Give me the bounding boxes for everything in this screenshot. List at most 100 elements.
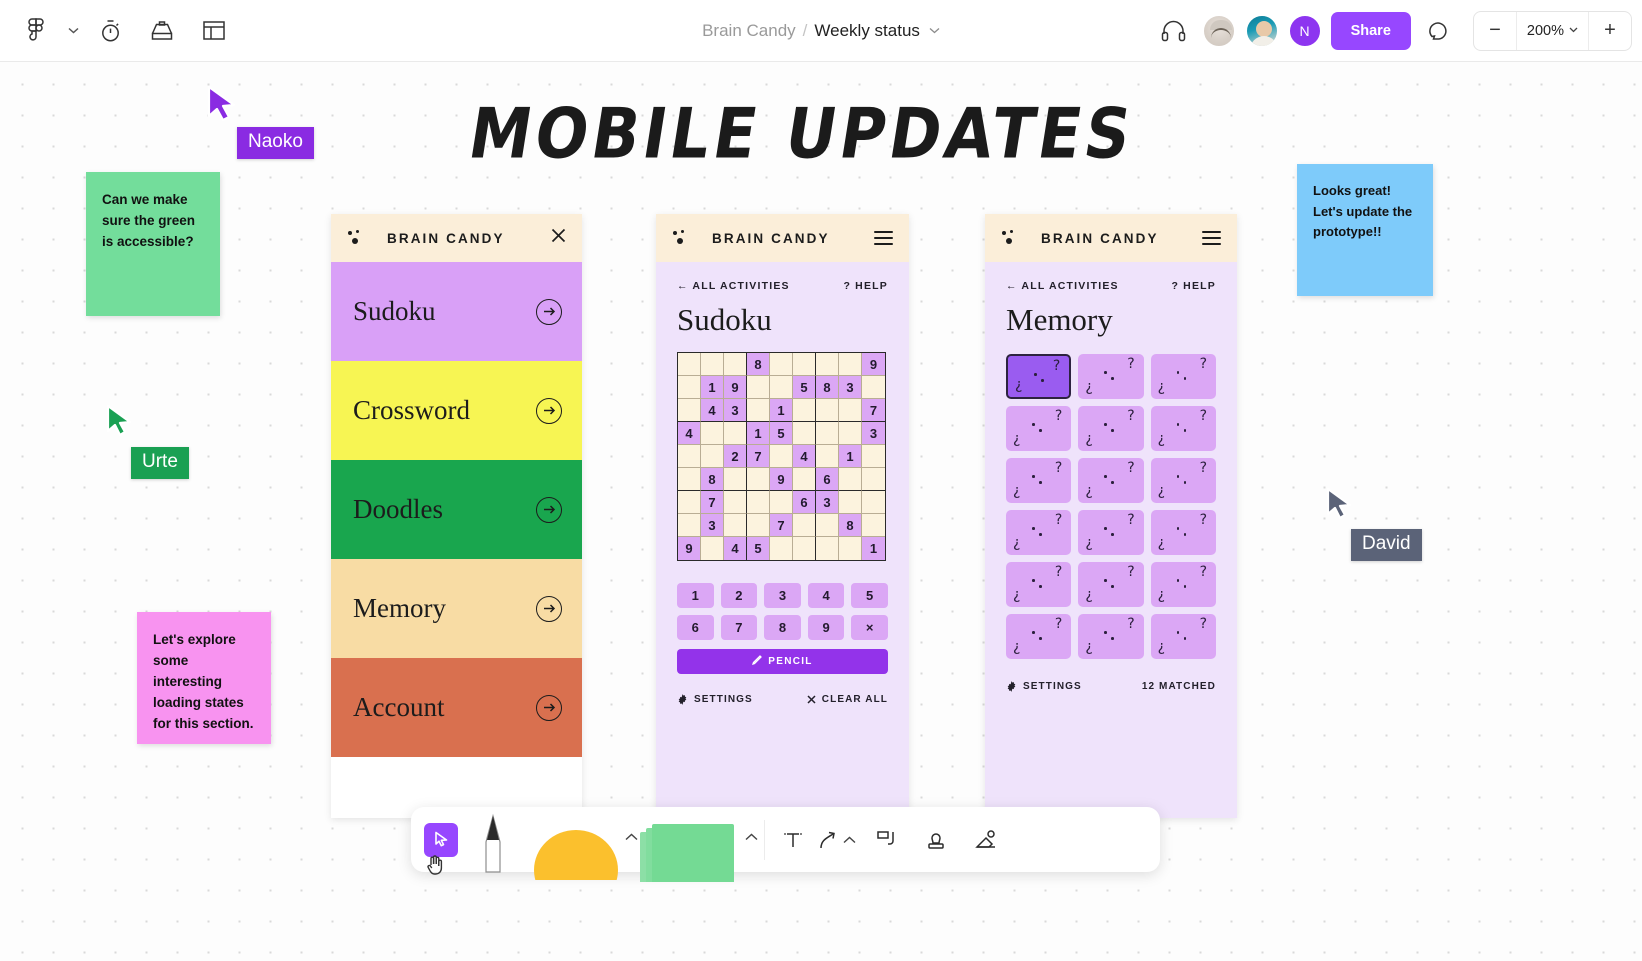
sudoku-cell[interactable]: 3 [839, 376, 862, 399]
numpad-key[interactable]: 4 [807, 583, 845, 608]
memory-card[interactable]: ¿? [1078, 614, 1144, 659]
sudoku-cell[interactable] [816, 422, 839, 445]
board-title[interactable]: MOBILE UPDATES [464, 93, 1141, 175]
sudoku-cell[interactable]: 6 [816, 468, 839, 491]
avatar[interactable] [1201, 13, 1236, 48]
sudoku-cell[interactable]: 9 [770, 468, 793, 491]
numpad-key[interactable]: 7 [720, 615, 758, 640]
phone-mockup-sudoku[interactable]: BRAIN CANDY ← ALL ACTIVITIES ? HELP Sudo… [656, 214, 909, 818]
help-link[interactable]: ? HELP [1171, 280, 1216, 292]
sudoku-cell[interactable] [770, 376, 793, 399]
sudoku-cell[interactable] [816, 537, 839, 560]
settings-button[interactable]: SETTINGS [677, 694, 753, 705]
memory-card[interactable]: ¿? [1006, 562, 1072, 607]
sudoku-cell[interactable]: 7 [701, 491, 724, 514]
help-link[interactable]: ? HELP [843, 280, 888, 292]
numpad-key[interactable]: 9 [807, 615, 845, 640]
numpad-key[interactable]: 6 [677, 615, 714, 640]
sudoku-cell[interactable] [793, 422, 816, 445]
back-to-activities-link[interactable]: ← ALL ACTIVITIES [677, 280, 790, 292]
sticky-note-blue[interactable]: Looks great! Let's update the prototype!… [1297, 164, 1433, 296]
menu-item-crossword[interactable]: Crossword [331, 361, 582, 460]
sudoku-cell[interactable] [839, 468, 862, 491]
sudoku-cell[interactable] [816, 514, 839, 537]
sudoku-cell[interactable]: 8 [747, 353, 770, 376]
memory-card[interactable]: ¿? [1078, 510, 1144, 555]
shape-ellipse-icon[interactable] [528, 808, 638, 880]
sudoku-cell[interactable] [839, 422, 862, 445]
sudoku-cell[interactable] [747, 376, 770, 399]
sudoku-cell[interactable]: 7 [770, 514, 793, 537]
phone-mockup-menu[interactable]: BRAIN CANDY Sudoku Crossword Doodles Mem… [331, 214, 582, 818]
sticky-note-icon[interactable] [638, 808, 758, 882]
sudoku-cell[interactable]: 5 [793, 376, 816, 399]
sudoku-cell[interactable]: 5 [770, 422, 793, 445]
chevron-up-icon[interactable] [843, 833, 856, 847]
sudoku-cell[interactable] [701, 445, 724, 468]
sudoku-cell[interactable] [747, 514, 770, 537]
numpad-key[interactable]: 5 [851, 583, 888, 608]
sudoku-cell[interactable] [770, 491, 793, 514]
sudoku-cell[interactable]: 2 [724, 445, 747, 468]
zoom-in-button[interactable]: + [1589, 12, 1631, 50]
sudoku-cell[interactable] [839, 491, 862, 514]
back-to-activities-link[interactable]: ← ALL ACTIVITIES [1006, 280, 1119, 292]
menu-item-memory[interactable]: Memory [331, 559, 582, 658]
text-tool-icon[interactable] [773, 820, 813, 860]
sticky-note-green[interactable]: Can we make sure the green is accessible… [86, 172, 220, 316]
memory-card[interactable]: ¿? [1150, 614, 1216, 659]
sudoku-grid[interactable]: 89195834317415327418967633789451 [677, 352, 886, 561]
sudoku-cell[interactable]: 4 [793, 445, 816, 468]
sudoku-cell[interactable] [816, 445, 839, 468]
sudoku-cell[interactable]: 3 [724, 399, 747, 422]
sudoku-cell[interactable] [701, 422, 724, 445]
sudoku-cell[interactable] [678, 399, 701, 422]
sudoku-cell[interactable] [770, 353, 793, 376]
sudoku-cell[interactable]: 8 [839, 514, 862, 537]
hamburger-menu-icon[interactable] [874, 231, 893, 245]
memory-card[interactable]: ¿? [1006, 510, 1072, 555]
sudoku-cell[interactable]: 4 [701, 399, 724, 422]
menu-item-doodles[interactable]: Doodles [331, 460, 582, 559]
sudoku-cell[interactable] [678, 353, 701, 376]
widget-icon[interactable] [966, 820, 1006, 860]
menu-item-sudoku[interactable]: Sudoku [331, 262, 582, 361]
sudoku-cell[interactable] [747, 399, 770, 422]
clear-all-button[interactable]: CLEAR ALL [807, 694, 888, 705]
sudoku-cell[interactable] [793, 514, 816, 537]
timer-icon[interactable] [84, 9, 136, 53]
sudoku-cell[interactable] [793, 399, 816, 422]
sudoku-cell[interactable]: 3 [816, 491, 839, 514]
menu-item-account[interactable]: Account [331, 658, 582, 757]
sudoku-cell[interactable] [678, 468, 701, 491]
sudoku-cell[interactable]: 4 [678, 422, 701, 445]
headphones-icon[interactable] [1155, 12, 1193, 50]
sudoku-cell[interactable]: 1 [747, 422, 770, 445]
settings-button[interactable]: SETTINGS [1006, 681, 1082, 692]
sudoku-cell[interactable] [793, 468, 816, 491]
chevron-up-icon[interactable] [625, 830, 638, 844]
zoom-level-dropdown[interactable]: 200% [1515, 11, 1589, 50]
sudoku-cell[interactable] [724, 468, 747, 491]
sudoku-cell[interactable]: 9 [678, 537, 701, 560]
sudoku-cell[interactable] [862, 376, 885, 399]
numpad-key[interactable]: 1 [677, 583, 714, 608]
sudoku-cell[interactable] [839, 537, 862, 560]
memory-card[interactable]: ¿? [1006, 354, 1072, 399]
sudoku-cell[interactable] [816, 353, 839, 376]
sudoku-cell[interactable]: 9 [724, 376, 747, 399]
frame-icon[interactable] [866, 820, 906, 860]
breadcrumb-page[interactable]: Weekly status [814, 21, 920, 41]
sudoku-cell[interactable] [770, 445, 793, 468]
sudoku-cell[interactable] [678, 376, 701, 399]
sudoku-cell[interactable]: 6 [793, 491, 816, 514]
sudoku-cell[interactable] [862, 468, 885, 491]
sudoku-cell[interactable] [678, 445, 701, 468]
sudoku-cell[interactable] [816, 399, 839, 422]
sudoku-cell[interactable]: 8 [701, 468, 724, 491]
sudoku-cell[interactable] [678, 491, 701, 514]
sudoku-cell[interactable]: 8 [816, 376, 839, 399]
sudoku-cell[interactable]: 7 [747, 445, 770, 468]
memory-card[interactable]: ¿? [1150, 406, 1216, 451]
inbox-icon[interactable] [136, 9, 188, 53]
